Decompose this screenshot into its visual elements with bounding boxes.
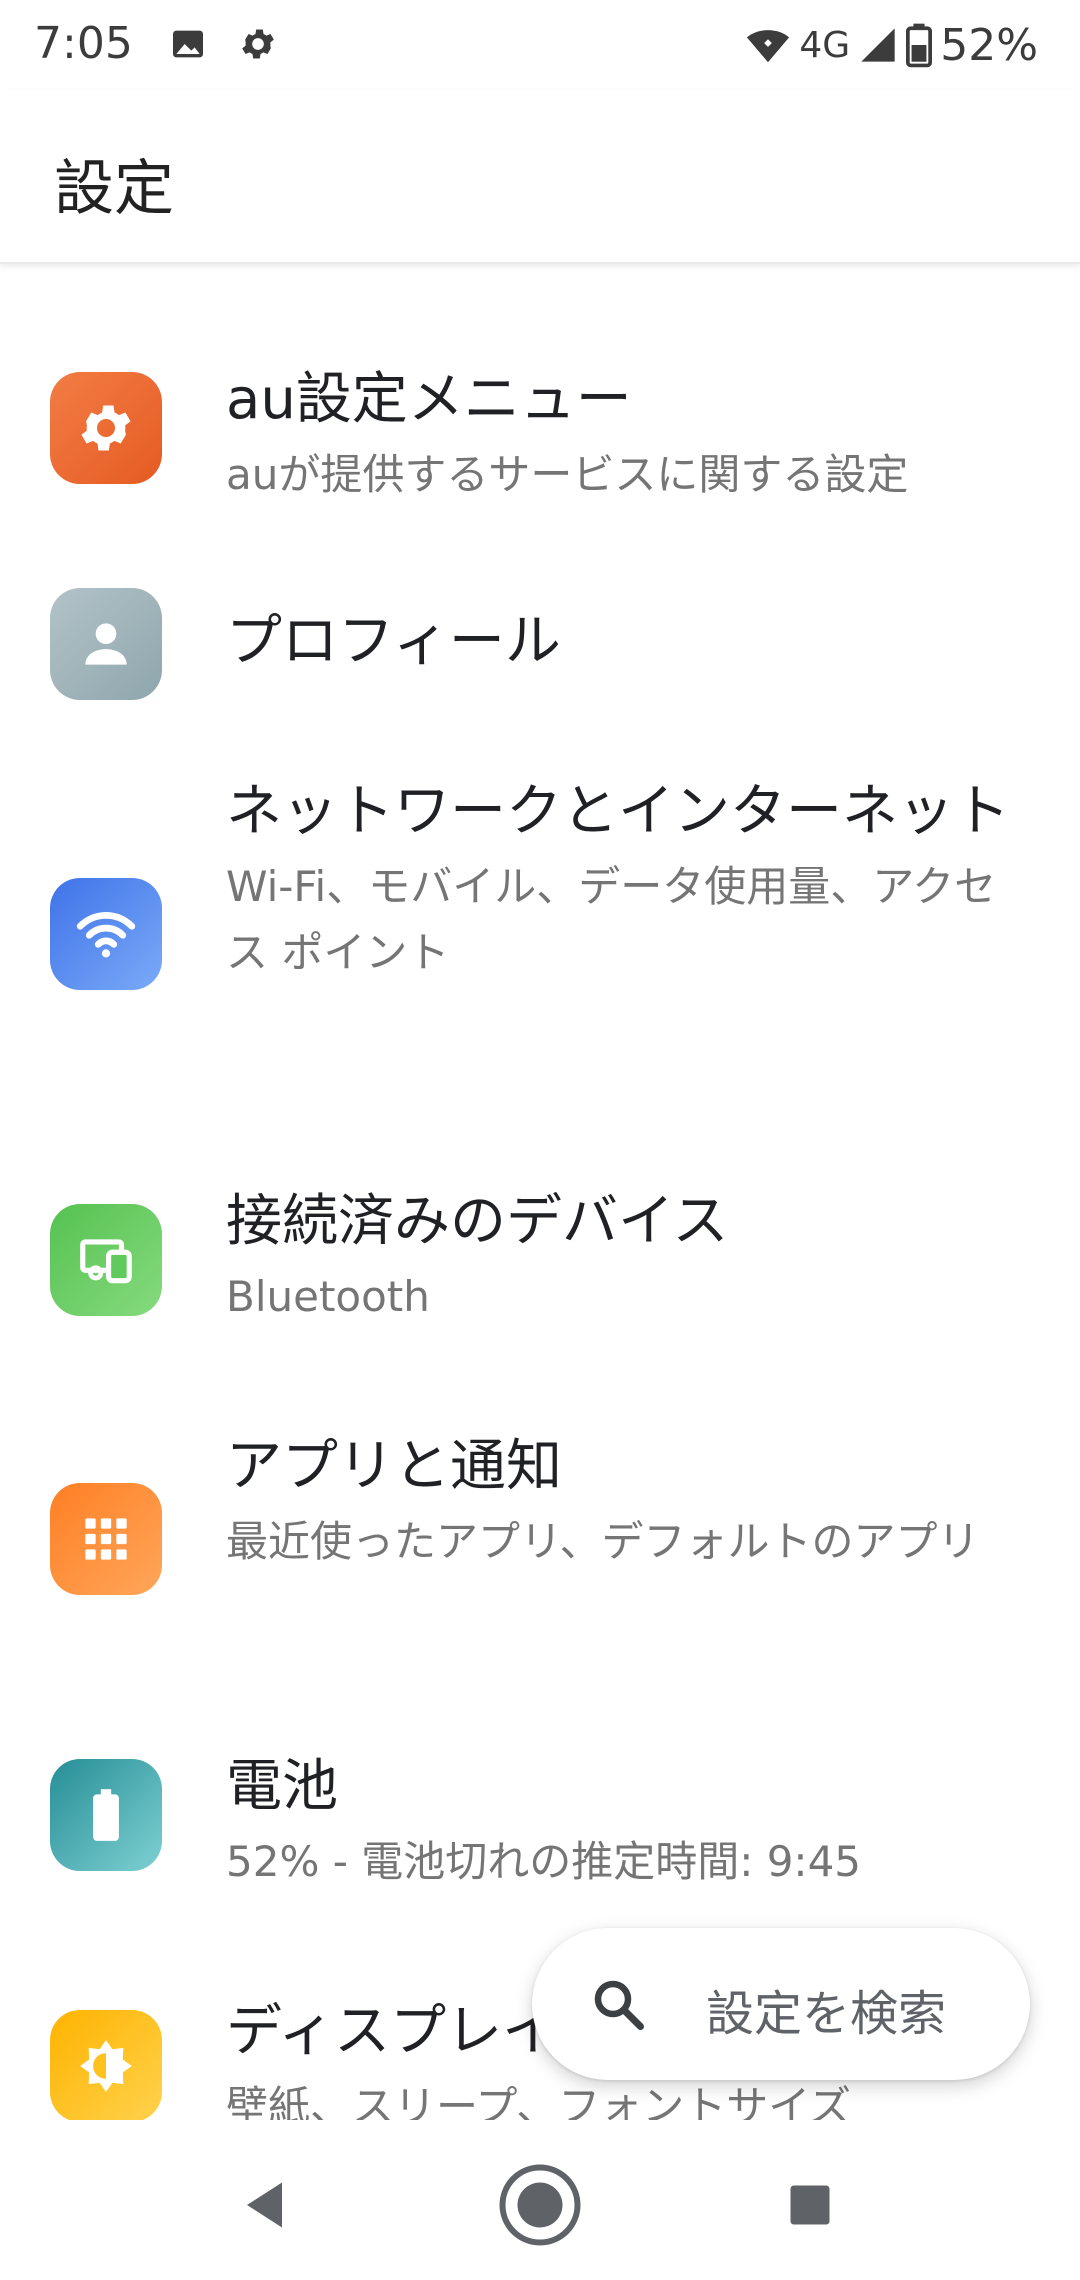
setting-title: アプリと通知	[226, 1434, 562, 1499]
battery-tile	[50, 1759, 162, 1871]
status-time: 7:05	[34, 18, 133, 69]
search-settings-button[interactable]: 設定を検索	[532, 1928, 1030, 2080]
setting-title: プロフィール	[226, 609, 561, 674]
battery-icon	[93, 1789, 119, 1841]
navigation-bar	[0, 2120, 1080, 2280]
person-icon	[85, 623, 127, 665]
setting-item-profile[interactable]: プロフィール	[0, 570, 1080, 720]
setting-item-au-menu[interactable]: au設定メニュー auが提供するサービスに関する設定	[0, 350, 1080, 530]
au-menu-tile	[50, 372, 162, 484]
devices-icon	[80, 1239, 132, 1284]
setting-title: au設定メニュー	[226, 367, 632, 432]
brightness-icon	[80, 2040, 132, 2092]
setting-subtitle: Bluetooth	[226, 1272, 430, 1321]
apps-grid-icon	[85, 1518, 127, 1560]
apps-tile	[50, 1483, 162, 1595]
setting-title: ネットワークとインターネット	[226, 779, 1010, 844]
battery-status-icon	[906, 23, 933, 68]
settings-screen: 7:05 4G 52% 設定 au設定メニュー auが提供するサービスに関する設…	[0, 0, 1080, 2280]
recents-icon	[790, 2185, 830, 2225]
app-bar: 設定	[0, 90, 1080, 264]
setting-item-battery[interactable]: 電池 52% - 電池切れの推定時間: 9:45	[0, 1745, 1080, 1925]
setting-item-connected-devices[interactable]: 接続済みのデバイス Bluetooth	[0, 1180, 1080, 1360]
profile-text: プロフィール	[226, 600, 1016, 684]
apps-text: アプリと通知 最近使ったアプリ、デフォルトのアプリ	[226, 1425, 1016, 1575]
recents-button[interactable]	[765, 2160, 855, 2250]
profile-tile	[50, 588, 162, 700]
battery-percent: 52%	[940, 19, 1038, 71]
setting-item-network[interactable]: ネットワークとインターネット Wi-Fi、モバイル、データ使用量、アクセス ポイ…	[0, 770, 1080, 1100]
search-label: 設定を検索	[706, 1986, 947, 2042]
setting-title: 電池	[226, 1754, 338, 1819]
wifi-icon	[76, 912, 136, 958]
home-button[interactable]	[495, 2160, 585, 2250]
display-tile	[50, 2010, 162, 2122]
network-tile	[50, 878, 162, 990]
battery-text: 電池 52% - 電池切れの推定時間: 9:45	[226, 1745, 1016, 1895]
setting-subtitle: 52% - 電池切れの推定時間: 9:45	[226, 1837, 862, 1886]
setting-subtitle: 最近使ったアプリ、デフォルトのアプリ	[226, 1517, 980, 1566]
wifi-signal-icon	[747, 30, 790, 63]
devices-tile	[50, 1204, 162, 1316]
setting-item-apps[interactable]: アプリと通知 最近使ったアプリ、デフォルトのアプリ	[0, 1425, 1080, 1685]
status-bar: 7:05 4G 52%	[0, 0, 1080, 90]
au-menu-text: au設定メニュー auが提供するサービスに関する設定	[226, 358, 1016, 508]
back-button[interactable]	[222, 2160, 312, 2250]
home-icon	[499, 2164, 581, 2246]
devices-text: 接続済みのデバイス Bluetooth	[226, 1180, 1016, 1330]
status-right: 4G 52%	[745, 18, 1038, 72]
setting-title: 接続済みのデバイス	[226, 1189, 729, 1254]
gear-icon	[242, 29, 274, 59]
back-icon	[247, 2182, 282, 2228]
setting-subtitle: auが提供するサービスに関する設定	[226, 450, 909, 499]
image-icon	[173, 30, 203, 58]
cell-signal-icon	[861, 28, 895, 62]
network-text: ネットワークとインターネット Wi-Fi、モバイル、データ使用量、アクセス ポイ…	[226, 770, 1016, 986]
setting-subtitle: Wi-Fi、モバイル、データ使用量、アクセス ポイント	[226, 862, 997, 977]
gear-icon	[81, 405, 131, 451]
network-type: 4G	[799, 24, 851, 66]
page-title: 設定	[54, 154, 174, 224]
search-icon	[594, 1980, 644, 2030]
